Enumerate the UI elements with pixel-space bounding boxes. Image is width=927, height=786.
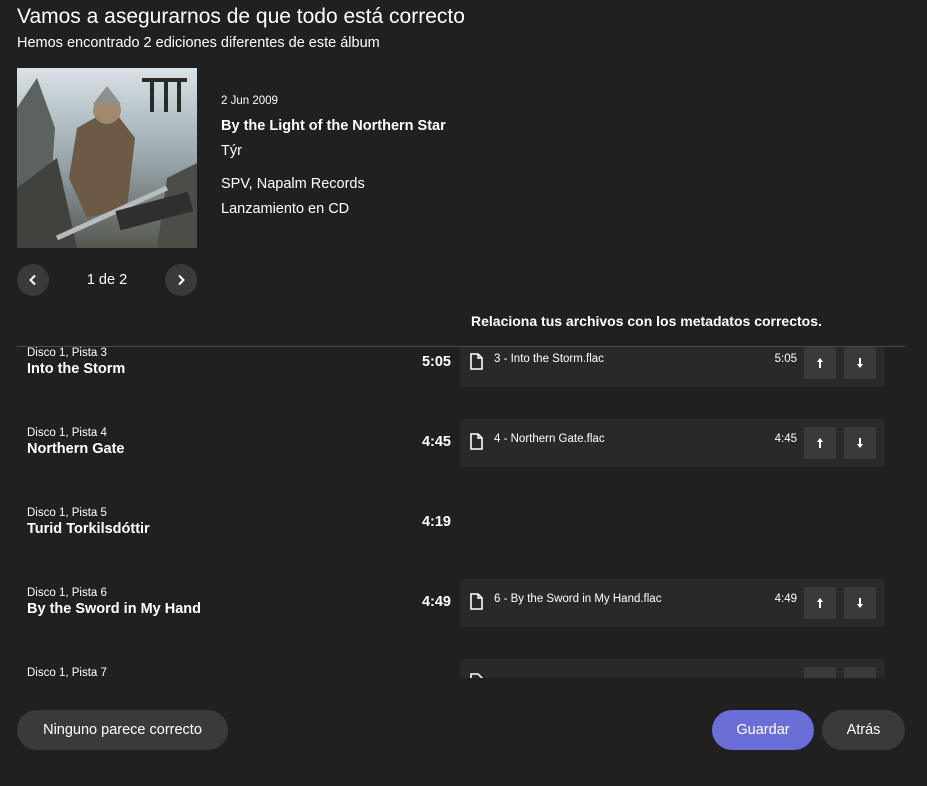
release-format: Lanzamiento en CD — [221, 201, 350, 217]
arrow-down-icon — [857, 358, 863, 368]
track-title: By the Sword in My Hand — [27, 601, 202, 617]
track-duration: 4:49 — [421, 594, 451, 610]
arrow-down-icon — [857, 438, 863, 448]
track-position: Disco 1, Pista 3 — [27, 347, 107, 359]
track-row: Disco 1, Pista 6 By the Sword in My Hand… — [17, 579, 905, 635]
move-up-button[interactable] — [804, 427, 836, 459]
track-title: Northern Gate — [27, 441, 125, 457]
save-button[interactable]: Guardar — [712, 710, 814, 750]
track-position: Disco 1, Pista 7 — [27, 667, 107, 678]
matched-file[interactable]: 6 - By the Sword in My Hand.flac 4:49 — [460, 579, 885, 627]
release-metadata: 2 Jun 2009 By the Light of the Northern … — [221, 95, 446, 217]
move-down-button[interactable] — [844, 667, 876, 678]
file-name: 4 - Northern Gate.flac — [494, 433, 605, 445]
file-icon — [470, 433, 483, 450]
back-button[interactable]: Atrás — [822, 710, 905, 750]
track-duration: 4:19 — [421, 514, 451, 530]
album-title: By the Light of the Northern Star — [221, 118, 446, 134]
file-icon — [470, 353, 483, 370]
file-duration: 5:05 — [774, 353, 797, 365]
file-name: 3 - Into the Storm.flac — [494, 353, 604, 365]
file-duration: 4:45 — [774, 433, 797, 445]
track-row: Disco 1, Pista 7 — [17, 659, 905, 678]
track-list[interactable]: Disco 1, Pista 3 Into the Storm 5:05 3 -… — [17, 347, 905, 678]
move-up-button[interactable] — [804, 587, 836, 619]
move-up-button[interactable] — [804, 667, 836, 678]
matched-file[interactable]: 3 - Into the Storm.flac 5:05 — [460, 347, 885, 387]
track-position: Disco 1, Pista 6 — [27, 587, 107, 599]
match-instruction: Relaciona tus archivos con los metadatos… — [471, 313, 822, 329]
move-up-button[interactable] — [804, 347, 836, 379]
move-down-button[interactable] — [844, 427, 876, 459]
file-duration: 4:49 — [774, 593, 797, 605]
track-row: Disco 1, Pista 4 Northern Gate 4:45 4 - … — [17, 419, 905, 475]
matched-file[interactable] — [460, 659, 885, 678]
arrow-up-icon — [817, 438, 823, 448]
arrow-down-icon — [857, 598, 863, 608]
file-icon — [470, 673, 483, 678]
track-position: Disco 1, Pista 5 — [27, 507, 107, 519]
track-duration: 4:45 — [421, 434, 451, 450]
artist-name: Týr — [221, 143, 242, 159]
album-cover-art — [17, 68, 197, 248]
arrow-up-icon — [817, 358, 823, 368]
chevron-right-icon — [178, 274, 185, 286]
file-name: 6 - By the Sword in My Hand.flac — [494, 593, 662, 605]
move-down-button[interactable] — [844, 587, 876, 619]
page-subtitle: Hemos encontrado 2 ediciones diferentes … — [17, 35, 380, 51]
file-icon — [470, 593, 483, 610]
track-title: Turid Torkilsdóttir — [27, 521, 150, 537]
next-edition-button[interactable] — [165, 264, 197, 296]
arrow-up-icon — [817, 598, 823, 608]
match-release-dialog: Vamos a asegurarnos de que todo está cor… — [0, 0, 927, 786]
track-title: Into the Storm — [27, 361, 126, 377]
move-down-button[interactable] — [844, 347, 876, 379]
page-title: Vamos a asegurarnos de que todo está cor… — [17, 5, 465, 28]
track-row: Disco 1, Pista 5 Turid Torkilsdóttir 4:1… — [17, 507, 905, 555]
track-position: Disco 1, Pista 4 — [27, 427, 107, 439]
track-row: Disco 1, Pista 3 Into the Storm 5:05 3 -… — [17, 347, 905, 395]
album-cover — [17, 68, 197, 248]
none-correct-button[interactable]: Ninguno parece correcto — [17, 710, 228, 750]
record-labels: SPV, Napalm Records — [221, 176, 365, 192]
matched-file[interactable]: 4 - Northern Gate.flac 4:45 — [460, 419, 885, 467]
release-date: 2 Jun 2009 — [221, 95, 278, 107]
edition-pager: 1 de 2 — [17, 264, 197, 296]
track-duration: 5:05 — [421, 354, 451, 370]
